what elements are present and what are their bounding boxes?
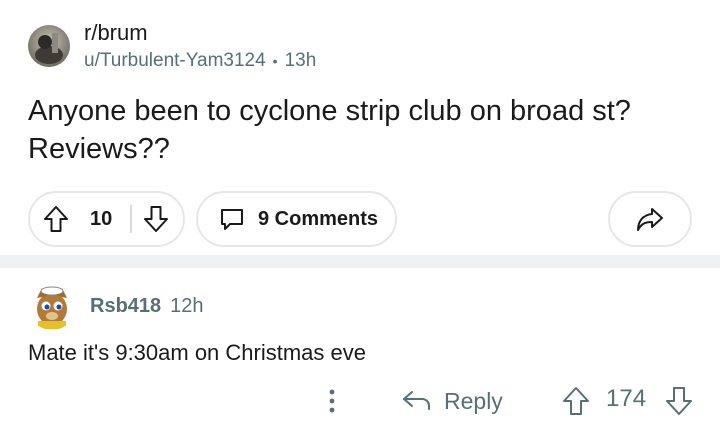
- comments-button[interactable]: 9 Comments: [196, 191, 397, 247]
- arrow-down-icon[interactable]: [664, 386, 694, 416]
- vertical-dots-icon[interactable]: [322, 386, 342, 416]
- comment: Rsb418 12h Mate it's 9:30am on Christmas…: [28, 282, 698, 368]
- subreddit-name[interactable]: r/brum: [84, 20, 316, 46]
- comment-age: 12h: [170, 294, 204, 317]
- share-button[interactable]: [608, 191, 692, 247]
- section-divider: [0, 255, 720, 268]
- post-byline: u/Turbulent-Yam3124 • 13h: [84, 49, 316, 73]
- share-arrow-icon: [635, 205, 665, 233]
- reply-arrow-icon: [402, 389, 432, 413]
- post-age: 13h: [284, 49, 317, 71]
- byline-separator: •: [272, 52, 278, 69]
- commenter-avatar[interactable]: [28, 282, 76, 330]
- post-header: r/brum u/Turbulent-Yam3124 • 13h: [28, 20, 316, 73]
- comments-label: 9 Comments: [258, 207, 379, 230]
- comment-score: 174: [606, 385, 647, 412]
- reply-label: Reply: [444, 387, 503, 414]
- arrow-up-icon[interactable]: [561, 386, 591, 416]
- vote-divider: [130, 205, 133, 233]
- reply-button[interactable]: Reply: [402, 384, 503, 418]
- comment-body: Mate it's 9:30am on Christmas eve: [28, 340, 367, 365]
- subreddit-avatar[interactable]: [28, 25, 70, 67]
- post-title: Anyone been to cyclone strip club on bro…: [28, 95, 631, 165]
- arrow-up-icon[interactable]: [42, 205, 70, 233]
- arrow-down-icon[interactable]: [142, 205, 170, 233]
- speech-bubble-icon: [218, 205, 246, 233]
- post-meta: r/brum u/Turbulent-Yam3124 • 13h: [84, 20, 316, 73]
- post-author[interactable]: u/Turbulent-Yam3124: [84, 49, 266, 73]
- vote-pill: 10: [28, 191, 185, 247]
- comment-header: Rsb418 12h: [28, 282, 698, 330]
- post-action-bar: 10 9 Comments: [28, 191, 692, 247]
- comment-action-bar: Reply 174: [0, 378, 720, 424]
- comment-author[interactable]: Rsb418: [90, 295, 161, 318]
- post-vote-count: 10: [90, 207, 113, 230]
